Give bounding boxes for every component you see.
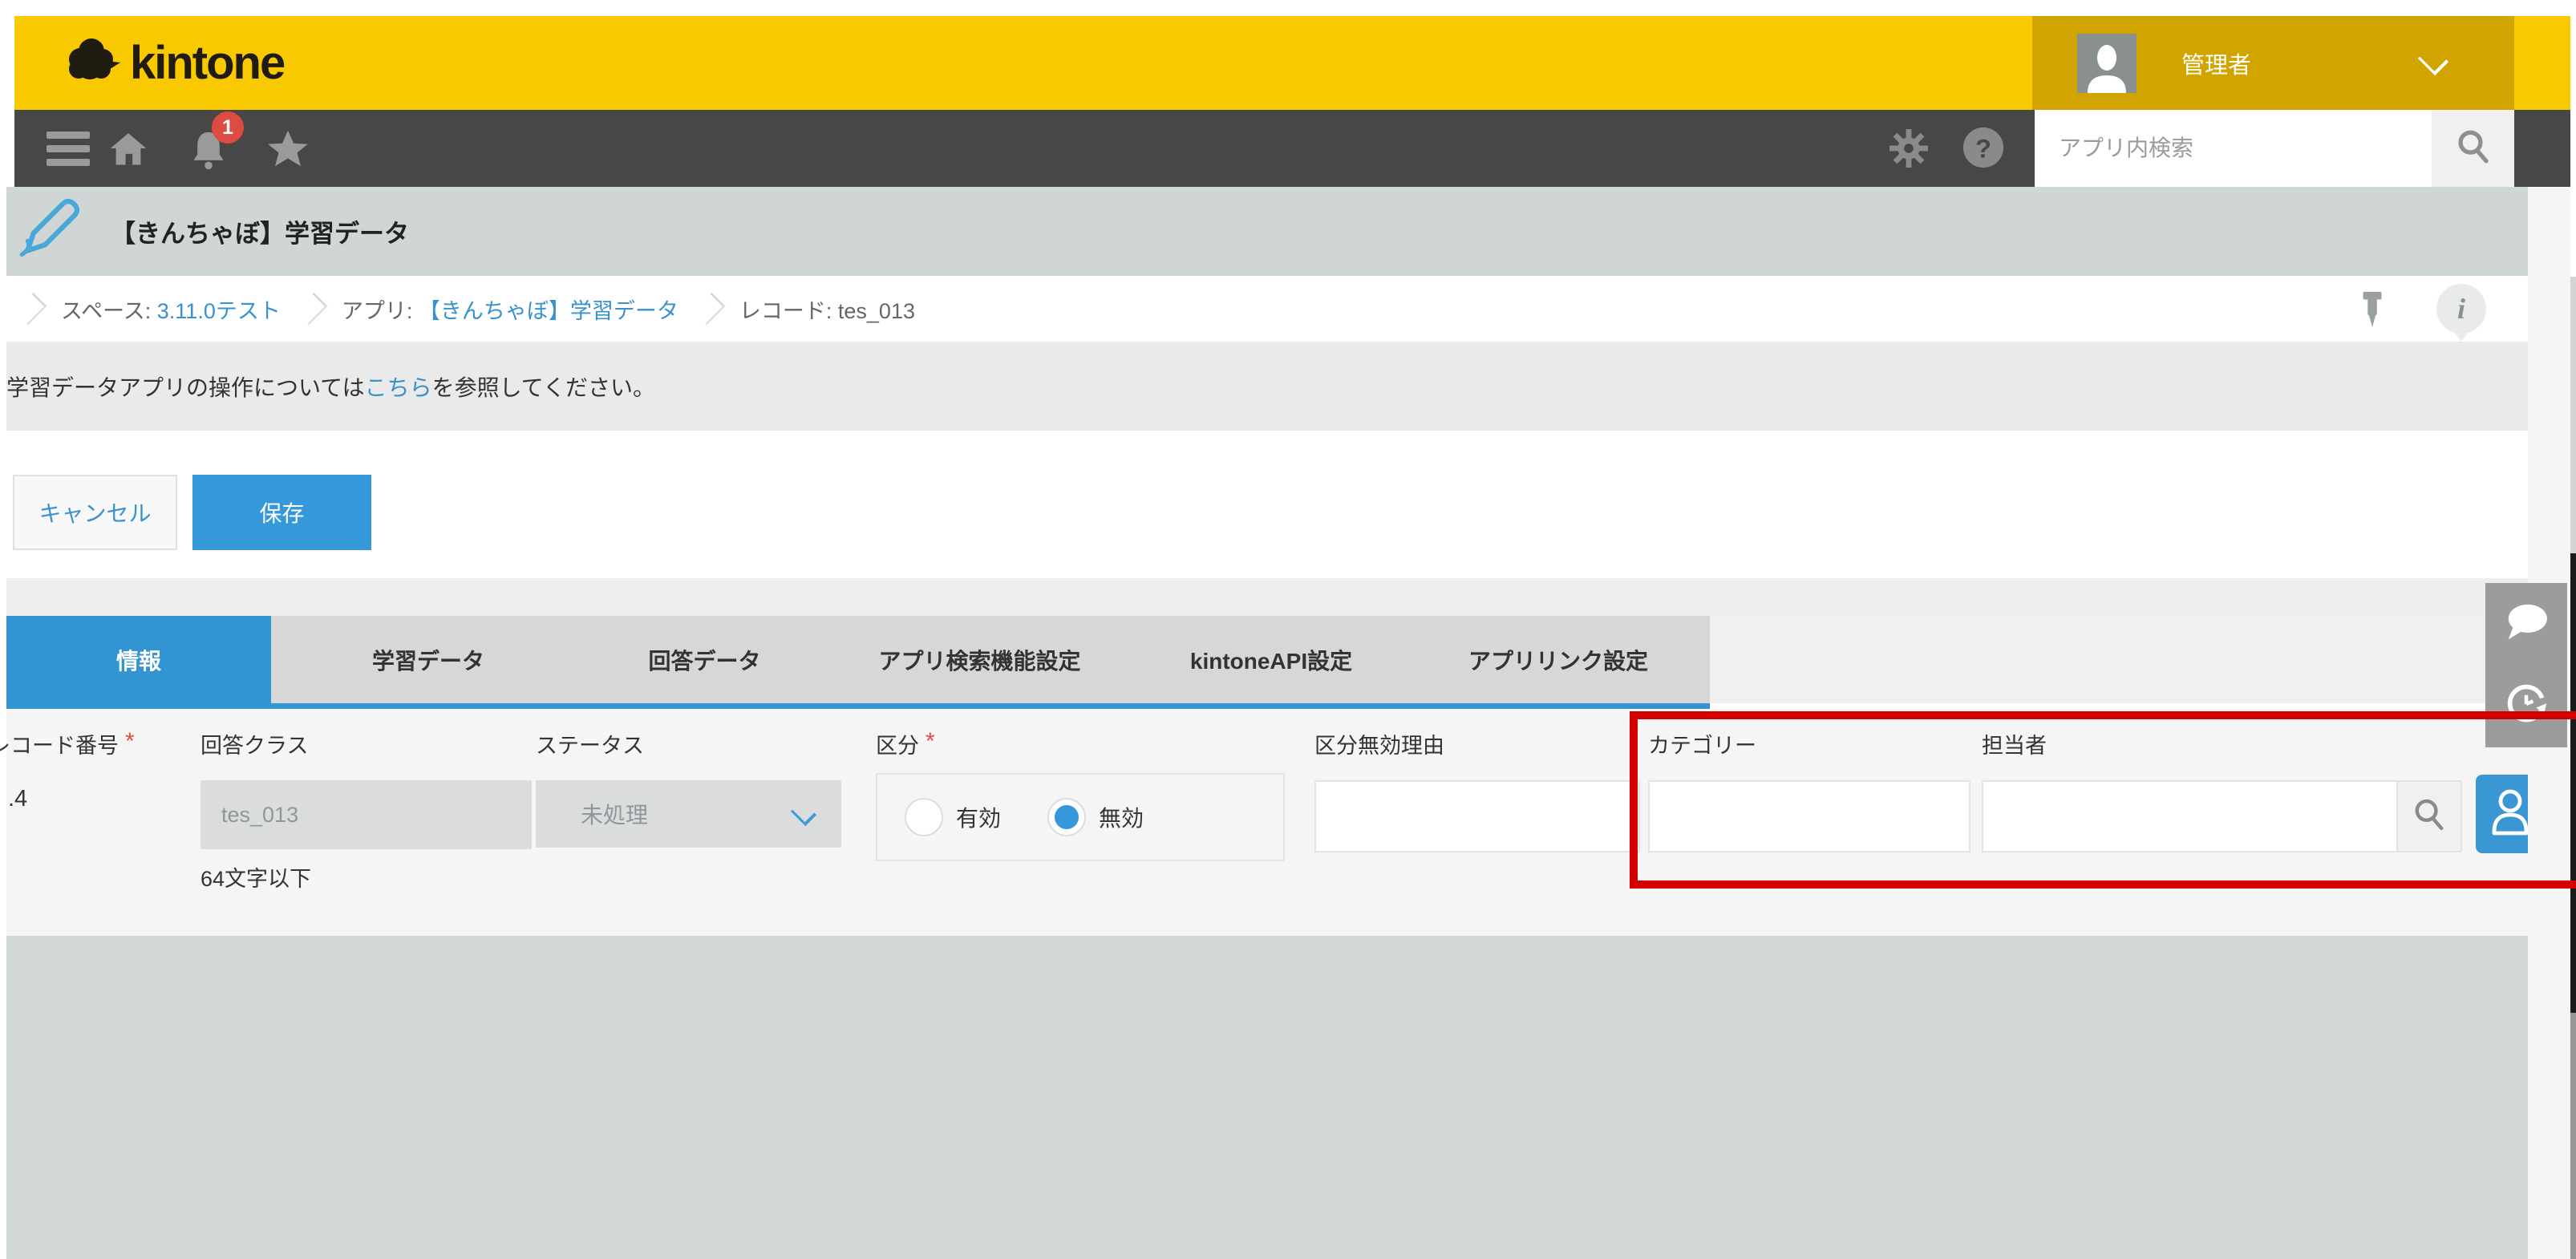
history-button[interactable] xyxy=(2485,665,2567,747)
header-bar: kintone 管理者 xyxy=(14,16,2570,110)
app-pencil-icon xyxy=(16,196,82,266)
search-icon xyxy=(2412,797,2447,836)
notification-count-badge: 1 xyxy=(212,111,244,144)
tab-app-link-settings[interactable]: アプリリンク設定 xyxy=(1407,616,1710,703)
breadcrumb-chevron-icon xyxy=(14,293,47,326)
breadcrumb-chevron-icon xyxy=(294,293,327,326)
breadcrumb-app-label: アプリ: xyxy=(342,293,413,325)
kubun-label: 区分* xyxy=(876,728,935,759)
notice-link[interactable]: こちら xyxy=(365,370,432,403)
notice-text: 学習データアプリの操作については xyxy=(6,370,365,403)
assignee-lookup-button[interactable] xyxy=(2396,782,2461,851)
global-nav-bar: 1 xyxy=(14,110,2570,187)
answer-class-helper: 64文字以下 xyxy=(200,861,311,893)
assignee-field xyxy=(1982,780,2462,852)
app-title-bar: 【きんちゃぼ】学習データ xyxy=(6,187,2528,276)
required-asterisk: * xyxy=(125,728,135,755)
favorites-star-icon[interactable] xyxy=(268,129,306,168)
status-select[interactable]: 未処理 xyxy=(536,780,841,848)
breadcrumb-space-label: スペース: xyxy=(61,293,151,325)
history-clock-icon xyxy=(2504,682,2549,731)
tab-learning-data[interactable]: 学習データ xyxy=(271,616,585,703)
record-number-value: .4 xyxy=(8,786,27,812)
pin-icon[interactable] xyxy=(2354,289,2391,334)
radio-valid[interactable] xyxy=(905,798,943,836)
speech-bubble-icon xyxy=(2504,602,2549,646)
floating-side-toolbar xyxy=(2485,583,2567,747)
save-button[interactable]: 保存 xyxy=(192,475,371,550)
user-avatar xyxy=(2077,34,2137,93)
radio-invalid[interactable] xyxy=(1047,798,1086,836)
tab-strip: 情報 学習データ 回答データ アプリ検索機能設定 kintoneAPI設定 アプ… xyxy=(6,616,1710,703)
assignee-label: 担当者 xyxy=(1982,728,2047,759)
person-icon xyxy=(2488,787,2533,842)
status-label: ステータス xyxy=(536,728,644,759)
app-search-box[interactable] xyxy=(2035,110,2432,187)
category-input[interactable] xyxy=(1648,780,1970,852)
record-form: レコード番号* .4 回答クラス 64文字以下 ステータス 未処理 区分* 有効… xyxy=(6,709,2528,936)
tab-app-search-settings[interactable]: アプリ検索機能設定 xyxy=(824,616,1136,703)
cancel-button[interactable]: キャンセル xyxy=(13,475,177,550)
breadcrumb: スペース: 3.11.0テスト アプリ: 【きんちゃぼ】学習データ レコード: … xyxy=(6,276,2528,342)
tab-answer-data[interactable]: 回答データ xyxy=(585,616,824,703)
page-body-background xyxy=(6,936,2528,1259)
tab-area-spacer xyxy=(6,578,2528,616)
kintone-record-edit-screen: kintone 管理者 xyxy=(0,0,2576,1259)
assignee-input[interactable] xyxy=(1983,782,2396,851)
svg-text:?: ? xyxy=(1975,134,1991,164)
category-label: カテゴリー xyxy=(1648,728,1756,759)
breadcrumb-space-link[interactable]: 3.11.0テスト xyxy=(157,293,281,325)
app-title: 【きんちゃぼ】学習データ xyxy=(111,213,409,249)
tab-active-underline xyxy=(6,703,1710,709)
breadcrumb-record-text: レコード: tes_013 xyxy=(739,293,915,325)
window-edge xyxy=(2570,277,2576,553)
kubun-reason-label: 区分無効理由 xyxy=(1314,728,1444,759)
search-icon xyxy=(2455,128,2492,169)
answer-class-label: 回答クラス xyxy=(200,728,308,759)
help-icon[interactable]: ? xyxy=(1962,126,2000,164)
chevron-down-icon xyxy=(2418,45,2448,75)
kubun-radio-group: 有効 無効 xyxy=(876,773,1285,861)
window-edge xyxy=(2570,553,2576,1013)
kintone-logo[interactable]: kintone xyxy=(64,16,284,110)
notice-text-suffix: を参照してください。 xyxy=(432,370,655,403)
required-asterisk: * xyxy=(925,728,935,755)
window-edge xyxy=(2570,1013,2576,1259)
kintone-cloud-icon xyxy=(64,35,122,91)
radio-valid-label[interactable]: 有効 xyxy=(956,801,1001,833)
status-value: 未処理 xyxy=(581,798,648,830)
info-icon[interactable]: i xyxy=(2436,284,2486,334)
user-menu[interactable]: 管理者 xyxy=(2032,16,2514,110)
kubun-reason-input[interactable] xyxy=(1314,780,1640,852)
kintone-logo-text: kintone xyxy=(130,36,284,90)
hamburger-menu-icon[interactable] xyxy=(47,132,90,172)
settings-gear-icon[interactable] xyxy=(1889,129,1928,168)
notice-bar: 学習データアプリの操作についてはこちらを参照してください。 xyxy=(6,342,2528,431)
tab-kintone-api-settings[interactable]: kintoneAPI設定 xyxy=(1136,616,1407,703)
search-button[interactable] xyxy=(2432,110,2514,187)
user-name: 管理者 xyxy=(2181,47,2251,80)
tab-info[interactable]: 情報 xyxy=(6,616,271,703)
tab-row-right-filler xyxy=(1710,616,2528,703)
record-number-label: レコード番号* xyxy=(0,728,135,759)
radio-invalid-label[interactable]: 無効 xyxy=(1099,801,1144,833)
home-icon[interactable] xyxy=(109,129,148,168)
chevron-down-icon xyxy=(791,800,816,826)
app-search-input[interactable] xyxy=(2035,110,2432,187)
breadcrumb-chevron-icon xyxy=(693,293,726,326)
breadcrumb-app-link[interactable]: 【きんちゃぼ】学習データ xyxy=(419,293,678,325)
answer-class-input xyxy=(200,780,532,849)
comments-button[interactable] xyxy=(2485,583,2567,665)
